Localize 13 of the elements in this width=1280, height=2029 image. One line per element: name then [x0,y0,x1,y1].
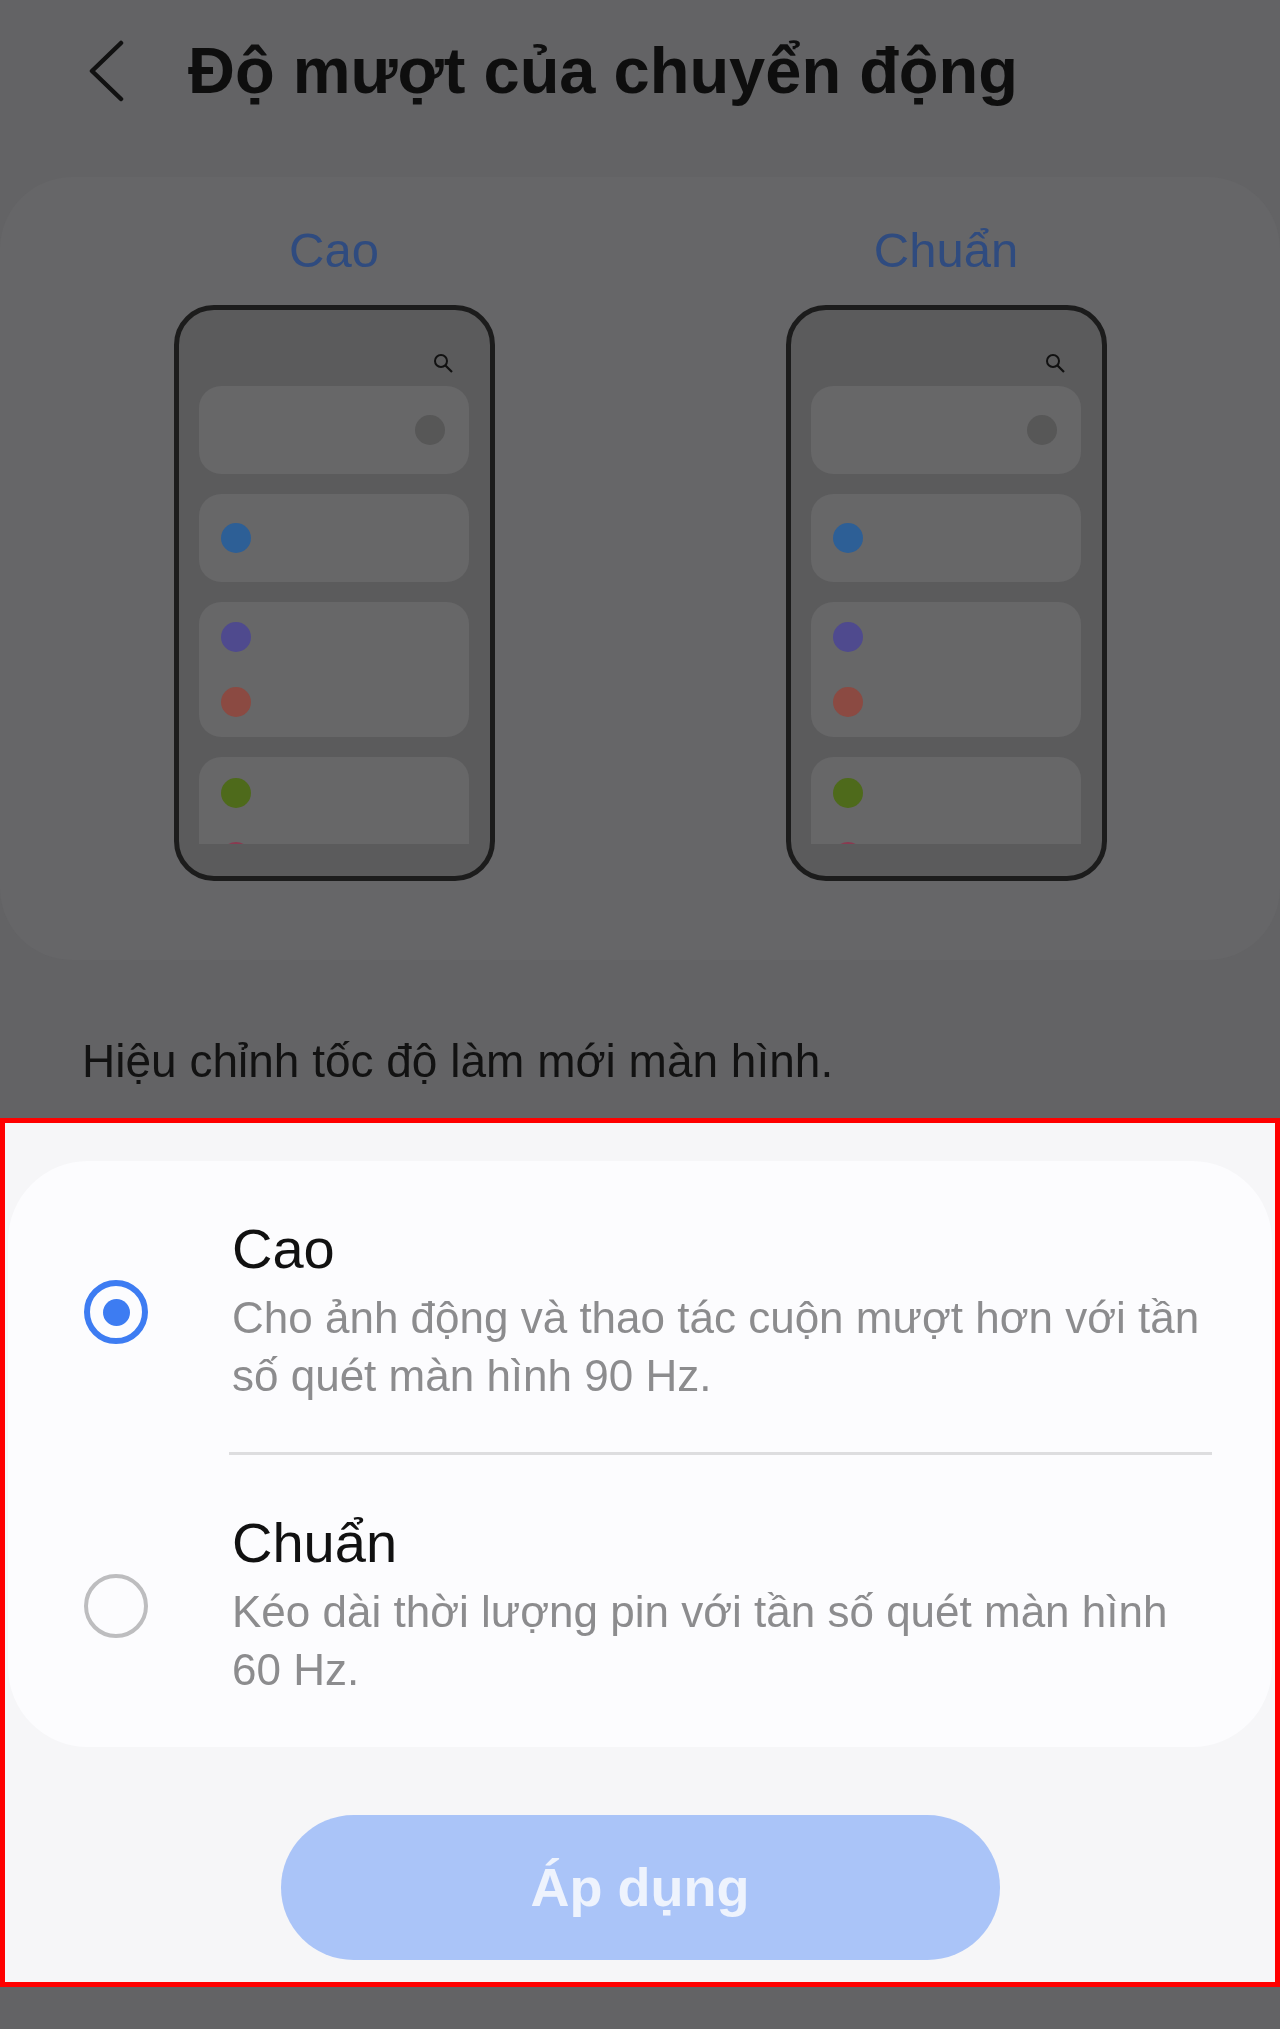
radio-button[interactable] [84,1574,148,1638]
radio-button[interactable] [84,1280,148,1344]
search-icon [432,353,453,373]
chevron-left-icon [88,40,124,102]
option-title: Chuẩn [232,1513,399,1573]
page-title: Độ mượt của chuyển động [188,33,1018,109]
option-title: Cao [232,1219,336,1279]
search-icon [1044,353,1065,373]
description-text: Hiệu chỉnh tốc độ làm mới màn hình. [82,1034,834,1088]
option-description: Kéo dài thời lượng pin với tần số quét màn hình 60 Hz. [232,1586,1169,1696]
option-description: Cho ảnh động và thao tác cuộn mượt hơn với tần số quét màn hình 90 Hz. [232,1292,1201,1402]
preview-label: Chuẩn [873,222,1019,278]
preview-label: Cao [289,222,379,278]
